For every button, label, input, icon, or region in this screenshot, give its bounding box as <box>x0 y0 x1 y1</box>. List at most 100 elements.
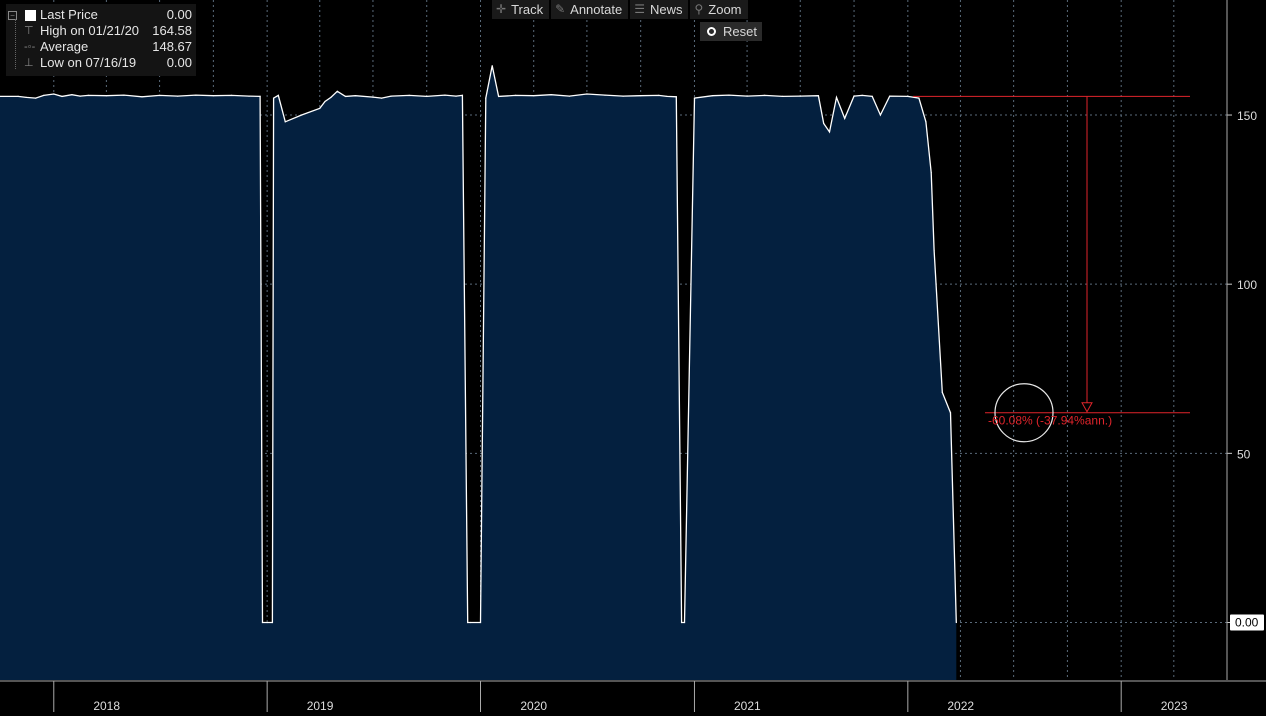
x-tick-label: 2020 <box>520 699 547 713</box>
data-point <box>195 94 197 96</box>
data-point <box>141 96 143 98</box>
legend-row-low: ⊥ Low on 07/16/19 0.00 <box>6 55 196 71</box>
data-point <box>622 95 624 97</box>
zoom-label: Zoom <box>708 2 742 17</box>
price-chart[interactable]: -60.08% (-37.94%ann.) 150 100 50 0.00 2018 2… <box>0 0 1266 716</box>
data-point <box>889 95 891 97</box>
data-point <box>319 107 321 109</box>
data-point <box>604 94 606 96</box>
data-point <box>861 94 863 96</box>
data-point <box>354 95 356 97</box>
data-point <box>372 96 374 98</box>
legend-value: 0.00 <box>166 55 192 70</box>
data-point <box>470 621 472 624</box>
data-point <box>907 95 909 97</box>
reset-button[interactable]: Reset <box>700 22 762 41</box>
data-point <box>87 94 89 96</box>
x-tick-label: 2018 <box>93 699 120 713</box>
data-point <box>284 121 286 123</box>
data-point <box>426 95 428 97</box>
data-point <box>918 97 920 99</box>
average-marker-icon: -◦- <box>24 41 36 53</box>
data-point <box>933 249 935 251</box>
legend-label: Low on 07/16/19 <box>40 55 137 70</box>
data-point <box>550 94 552 96</box>
data-point <box>25 96 27 98</box>
data-point <box>53 93 55 95</box>
data-point <box>835 96 838 98</box>
data-point <box>248 95 250 97</box>
data-point <box>485 97 487 99</box>
low-marker-icon: ⊥ <box>24 57 34 69</box>
data-point <box>381 97 383 99</box>
data-point <box>408 94 410 96</box>
data-point <box>273 97 275 99</box>
data-point <box>764 94 766 96</box>
data-point <box>683 621 686 624</box>
data-point <box>941 391 943 393</box>
news-button[interactable]: ☰ News <box>630 0 689 19</box>
data-point <box>259 95 261 97</box>
reset-label: Reset <box>723 24 757 39</box>
x-tick-label: 2019 <box>307 699 334 713</box>
data-point <box>330 96 332 98</box>
data-point <box>266 621 268 624</box>
news-list-icon: ☰ <box>634 2 645 16</box>
zoom-button[interactable]: ⚲ Zoom <box>690 0 748 19</box>
magnifier-icon: ⚲ <box>694 2 704 16</box>
news-label: News <box>649 2 683 17</box>
data-point <box>930 171 932 174</box>
data-point <box>61 95 63 97</box>
data-point <box>586 93 588 95</box>
data-point <box>693 97 696 99</box>
data-point <box>444 94 446 96</box>
data-point <box>467 621 469 624</box>
data-point <box>105 95 107 97</box>
legend-label: High on 01/21/20 <box>40 23 140 38</box>
legend-row-last-price: Last Price 0.00 <box>6 7 196 23</box>
data-point <box>955 621 957 624</box>
crosshair-icon: ✛ <box>496 2 507 16</box>
data-point <box>336 90 338 92</box>
data-point <box>261 621 264 624</box>
legend-row-average: -◦- Average 148.67 <box>6 39 196 55</box>
legend-row-high: ⊤ High on 01/21/20 164.58 <box>6 23 196 39</box>
data-point <box>390 95 392 97</box>
data-point <box>879 114 882 116</box>
data-point <box>568 95 571 97</box>
reset-radio-icon <box>707 27 716 36</box>
data-point <box>123 94 125 96</box>
data-point <box>681 621 683 624</box>
legend-label: Last Price <box>40 7 98 22</box>
data-point <box>925 121 927 123</box>
y-tick-label: 150 <box>1237 109 1257 123</box>
y-tick-label: 100 <box>1237 278 1257 292</box>
y-tick-label: 50 <box>1237 447 1251 461</box>
x-tick-label: 2021 <box>734 699 761 713</box>
data-point <box>212 95 214 97</box>
data-point <box>79 95 81 97</box>
data-point <box>515 94 517 96</box>
data-point <box>301 114 303 116</box>
last-value-label: 0.00 <box>1235 615 1259 629</box>
data-point <box>675 96 677 98</box>
annotate-button[interactable]: ✎ Annotate <box>551 0 629 19</box>
data-point <box>533 95 535 97</box>
annotate-label: Annotate <box>570 2 623 17</box>
data-point <box>823 122 825 125</box>
track-button[interactable]: ✛ Track <box>492 0 550 19</box>
data-point <box>728 94 730 96</box>
data-point <box>666 95 668 97</box>
track-label: Track <box>511 2 544 17</box>
data-point <box>159 94 161 96</box>
legend-value: 164.58 <box>152 23 192 38</box>
data-point <box>17 95 19 97</box>
data-point <box>230 94 233 96</box>
legend-value: 148.67 <box>152 39 192 54</box>
data-point <box>455 95 457 97</box>
data-point <box>271 621 273 624</box>
pencil-icon: ✎ <box>555 2 566 16</box>
series-swatch-icon <box>25 10 36 21</box>
data-point <box>177 95 179 97</box>
data-point <box>658 94 660 96</box>
